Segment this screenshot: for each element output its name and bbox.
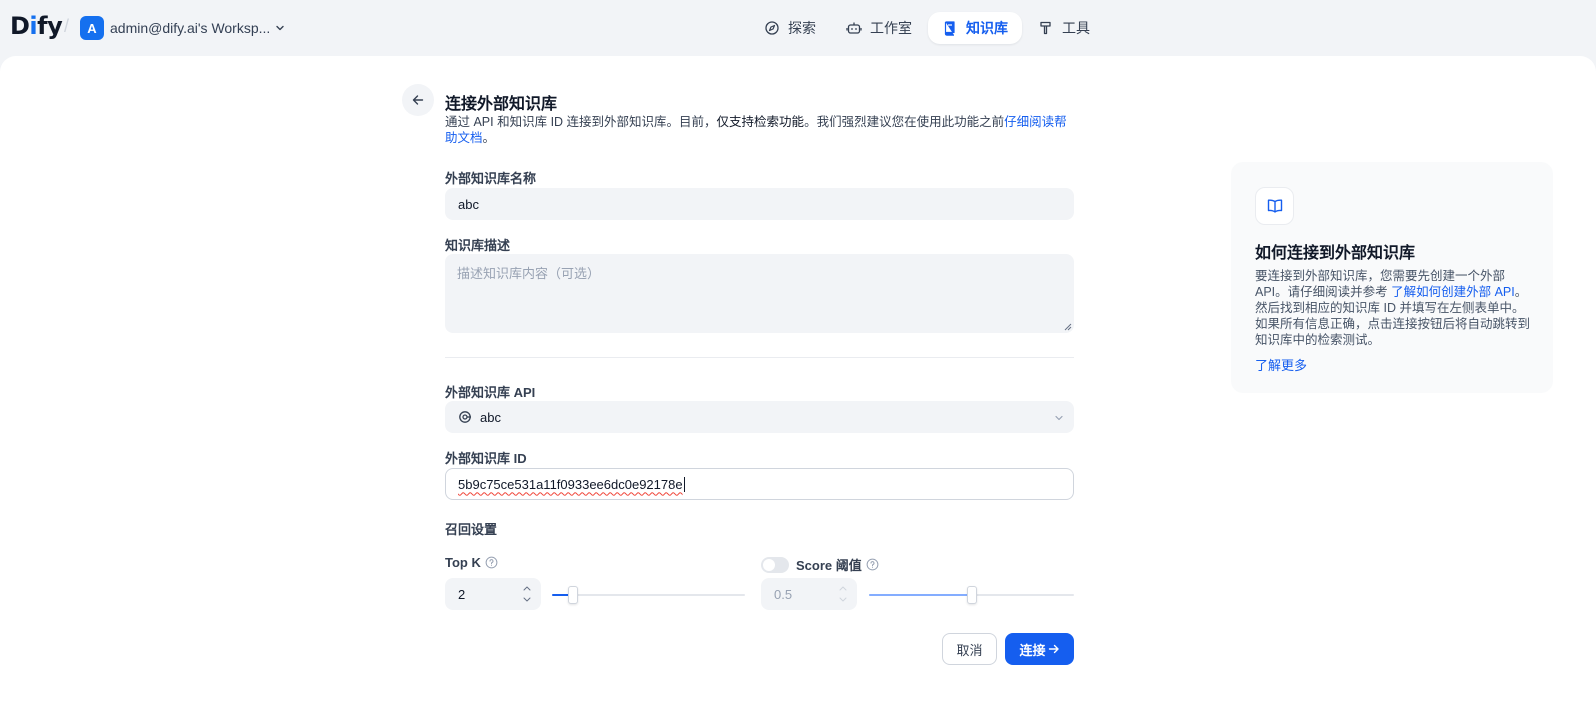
knowledge-id-input[interactable]: 5b9c75ce531a11f0933ee6dc0e92178e — [445, 468, 1074, 500]
book-icon — [944, 21, 955, 36]
workspace-name: admin@dify.ai's Worksp... — [110, 20, 271, 36]
desc-text-1: 通过 API 和知识库 ID 连接到外部知识库。目前， — [445, 115, 717, 129]
connect-label: 连接 — [1019, 642, 1046, 658]
nav-tools[interactable]: 工具 — [1024, 12, 1104, 44]
score-slider-fill — [869, 594, 972, 596]
resize-handle-icon[interactable] — [1064, 323, 1072, 331]
score-label: Score 阈值 — [761, 555, 879, 574]
learn-more-link[interactable]: 了解更多 — [1255, 355, 1307, 374]
chevron-down-icon — [276, 25, 285, 31]
nav-explore[interactable]: 探索 — [750, 12, 830, 44]
topk-label: Top K — [445, 555, 498, 570]
help-card: 如何连接到外部知识库 要连接到外部知识库，您需要先创建一个外部 API。请仔细阅… — [1231, 162, 1553, 393]
score-slider[interactable] — [869, 586, 1074, 604]
desc-emphasis: 仅支持检索功能 — [716, 115, 805, 129]
top-bar: Dify / A admin@dify.ai's Worksp... 探索 工作… — [0, 0, 1596, 56]
name-label: 外部知识库名称 — [445, 171, 537, 186]
arrow-left-icon — [412, 95, 424, 105]
topk-label-text: Top K — [445, 555, 481, 570]
id-label: 外部知识库 ID — [445, 451, 527, 466]
desc-text-end: 。 — [482, 131, 496, 145]
name-input[interactable]: abc — [445, 188, 1074, 220]
text-caret — [683, 476, 685, 492]
logo-text-i: i — [29, 12, 38, 40]
chevron-down-icon — [1055, 415, 1063, 421]
nav-studio-label: 工作室 — [870, 20, 912, 36]
help-card-icon-box — [1255, 187, 1294, 225]
nav-tools-label: 工具 — [1062, 20, 1090, 36]
topk-slider[interactable] — [552, 586, 745, 604]
compass-icon — [765, 21, 779, 35]
help-body: 要连接到外部知识库，您需要先创建一个外部 API。请仔细阅读并参考 了解如何创建… — [1255, 268, 1531, 348]
logo-text-d: D — [10, 12, 30, 40]
topk-value: 2 — [458, 586, 466, 602]
stepper-arrows-icon[interactable] — [839, 583, 847, 605]
api-select[interactable]: abc — [445, 401, 1074, 433]
open-book-icon — [1267, 199, 1282, 213]
desc-text-2: 。我们强烈建议您在使用此功能之前 — [804, 115, 1005, 129]
workspace-switcher[interactable]: A admin@dify.ai's Worksp... — [80, 16, 286, 40]
main-nav: 探索 工作室 知识库 工具 — [750, 12, 1106, 44]
knowledge-id-value: 5b9c75ce531a11f0933ee6dc0e92178e — [458, 476, 683, 492]
score-label-text: Score 阈值 — [796, 558, 862, 573]
help-title: 如何连接到外部知识库 — [1255, 245, 1416, 262]
divider — [445, 357, 1074, 358]
nav-knowledge-label: 知识库 — [966, 20, 1008, 36]
hammer-icon — [1040, 21, 1051, 35]
separator-slash: / — [64, 16, 70, 36]
question-circle-icon[interactable] — [866, 558, 879, 571]
dify-logo[interactable]: Dify — [10, 12, 63, 40]
retrieval-settings-title: 召回设置 — [445, 522, 498, 537]
score-slider-thumb[interactable] — [966, 586, 977, 604]
nav-knowledge[interactable]: 知识库 — [928, 12, 1022, 44]
cancel-button[interactable]: 取消 — [942, 633, 997, 665]
robot-icon — [846, 22, 862, 34]
api-label: 外部知识库 API — [445, 385, 536, 400]
score-toggle[interactable] — [761, 556, 789, 573]
workspace-avatar: A — [80, 16, 104, 40]
connect-button[interactable]: 连接 — [1005, 633, 1074, 665]
score-input[interactable]: 0.5 — [761, 578, 857, 610]
question-circle-icon[interactable] — [485, 556, 498, 569]
description-textarea[interactable]: 描述知识库内容（可选） — [445, 254, 1074, 333]
topk-input[interactable]: 2 — [445, 578, 541, 610]
arrow-right-icon — [1048, 644, 1059, 654]
api-value: abc — [480, 409, 501, 425]
topk-slider-thumb[interactable] — [568, 586, 579, 604]
page-description: 通过 API 和知识库 ID 连接到外部知识库。目前，仅支持检索功能。我们强烈建… — [445, 114, 1077, 146]
description-placeholder: 描述知识库内容（可选） — [457, 266, 601, 281]
nav-explore-label: 探索 — [788, 20, 816, 36]
create-api-link[interactable]: 了解如何创建外部 API — [1391, 285, 1515, 299]
score-value: 0.5 — [774, 586, 793, 602]
page-title: 连接外部知识库 — [445, 96, 558, 113]
stepper-arrows-icon[interactable] — [523, 583, 531, 605]
back-button[interactable] — [402, 84, 434, 116]
description-label: 知识库描述 — [445, 238, 511, 253]
logo-text-fy: fy — [37, 12, 63, 40]
name-value: abc — [458, 196, 479, 212]
api-connection-icon — [459, 411, 471, 423]
nav-studio[interactable]: 工作室 — [832, 12, 926, 44]
